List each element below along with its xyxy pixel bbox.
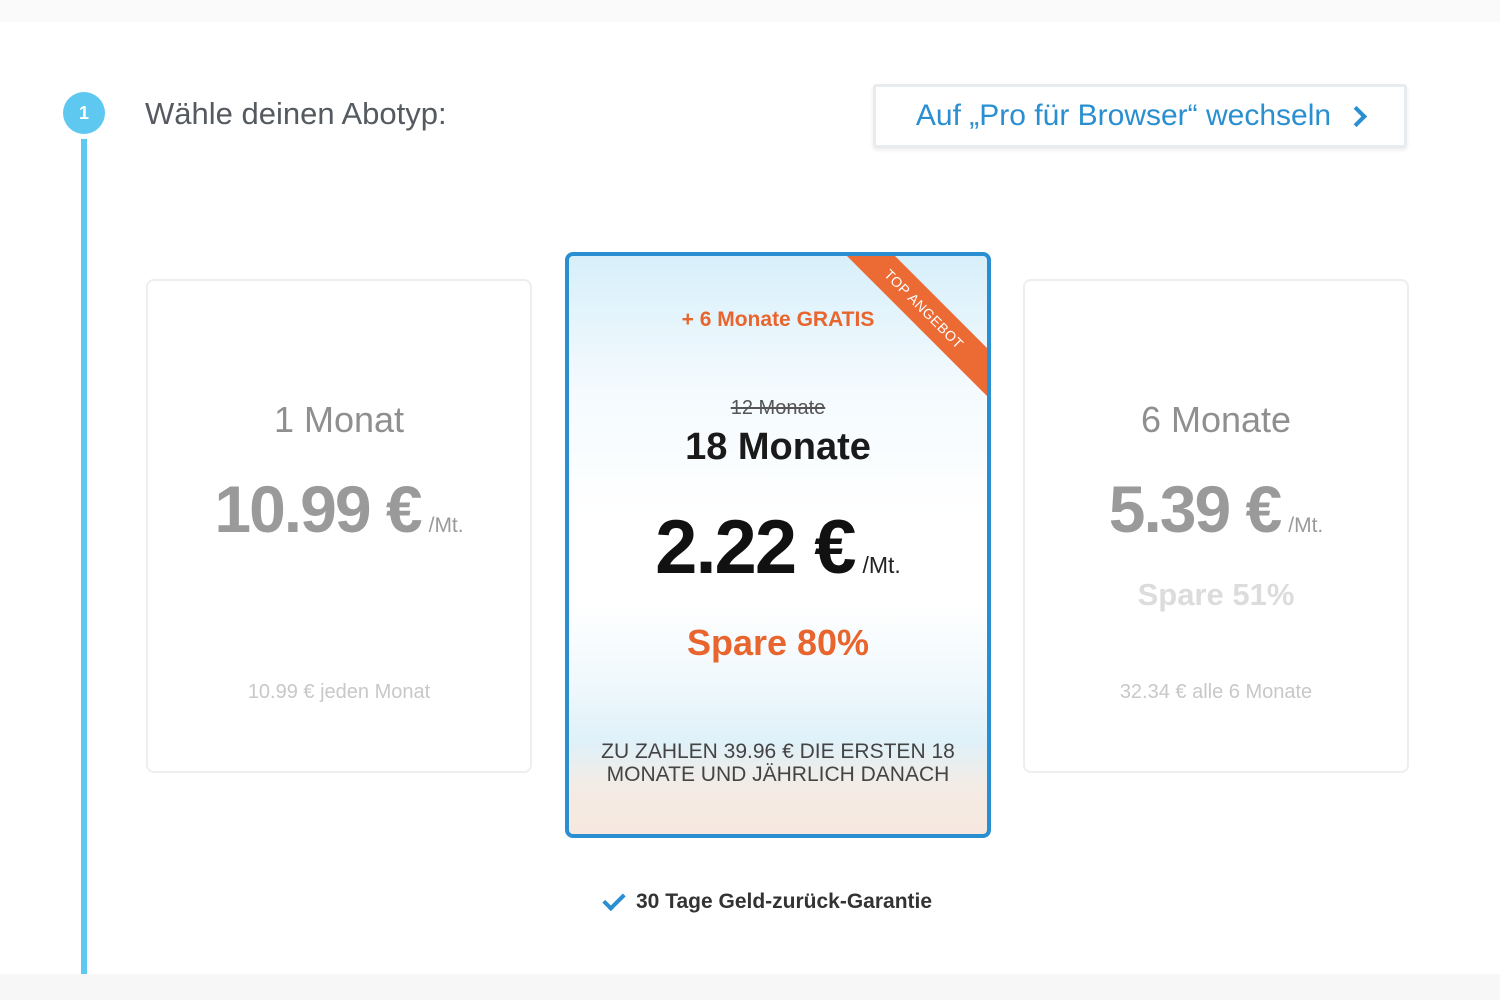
step-number-badge: 1 <box>63 92 105 134</box>
money-back-guarantee: 30 Tage Geld-zurück-Garantie <box>602 887 933 914</box>
plan-card-6-months[interactable]: 6 Monate 5.39 € /Mt. Spare 51% 32.34 € a… <box>1023 279 1409 773</box>
plan-card-18-months[interactable]: TOP ANGEBOT + 6 Monate GRATIS 12 Monate … <box>565 252 991 838</box>
price-unit: /Mt. <box>1288 514 1324 537</box>
saving-label: Spare 51% <box>1137 577 1295 612</box>
price-row: 10.99 € /Mt. <box>148 471 530 547</box>
step-progress-line <box>81 128 87 974</box>
price-row: 5.39 € /Mt. <box>1025 471 1407 547</box>
bonus-label: + 6 Monate GRATIS <box>681 308 875 331</box>
old-duration-strikethrough: 12 Monate <box>730 397 826 419</box>
switch-to-browser-pro-button[interactable]: Auf „Pro für Browser“ wechseln <box>873 84 1407 148</box>
checkmark-icon <box>602 887 626 911</box>
top-band <box>0 0 1500 22</box>
plan-price: 5.39 € <box>1108 472 1282 546</box>
price-unit: /Mt. <box>428 514 464 537</box>
price-row: 2.22 € /Mt. <box>569 504 987 591</box>
billing-note: 10.99 € jeden Monat <box>247 681 431 703</box>
billing-note: 32.34 € alle 6 Monate <box>1119 681 1313 703</box>
plan-name: 1 Monat <box>273 399 405 440</box>
guarantee-text: 30 Tage Geld-zurück-Garantie <box>636 890 933 913</box>
saving-label: Spare 80% <box>686 622 870 663</box>
switch-button-label: Auf „Pro für Browser“ wechseln <box>915 99 1332 132</box>
billing-note: ZU ZAHLEN 39.96 € DIE ERSTEN 18 MONATE U… <box>601 740 955 786</box>
price-unit: /Mt. <box>862 552 901 578</box>
plan-name: 18 Monate <box>685 426 871 468</box>
bottom-band <box>0 974 1500 1000</box>
plan-price: 10.99 € <box>214 472 422 546</box>
step-title: Wähle deinen Abotyp: <box>145 96 447 131</box>
chevron-right-icon <box>1345 105 1368 127</box>
plan-price: 2.22 € <box>655 505 856 590</box>
plan-card-1-month[interactable]: 1 Monat 10.99 € /Mt. 10.99 € jeden Monat <box>146 279 532 773</box>
plan-name: 6 Monate <box>1140 399 1292 440</box>
